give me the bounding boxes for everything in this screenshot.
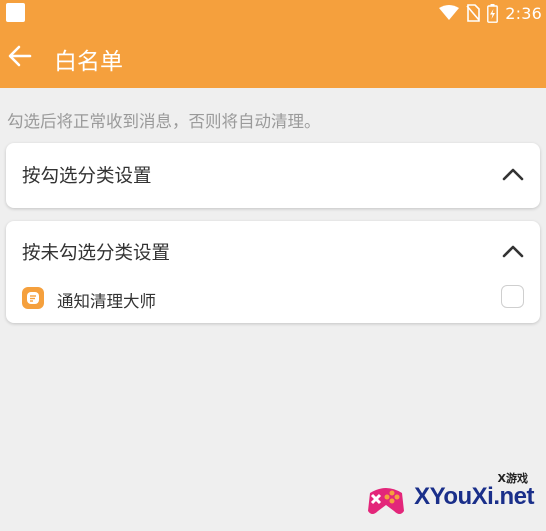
no-sim-icon [466, 4, 481, 22]
battery-icon [487, 3, 499, 23]
section-header-unchecked[interactable]: 按未勾选分类设置 [6, 221, 540, 283]
gamepad-logo-icon [368, 488, 404, 514]
status-bar-right: 2:36 [439, 0, 542, 26]
hint-text: 勾选后将正常收到消息，否则将自动清理。 [7, 112, 321, 131]
page-title: 白名单 [54, 49, 123, 75]
status-bar: 2:36 [0, 0, 546, 26]
list-item[interactable]: 通知清理大师 [6, 281, 540, 317]
app-notification-icon [6, 3, 25, 22]
section-header-checked[interactable]: 按勾选分类设置 [6, 143, 540, 205]
wifi-icon [439, 5, 460, 20]
status-time: 2:36 [505, 3, 542, 23]
section-title: 按未勾选分类设置 [22, 243, 171, 264]
chevron-up-icon[interactable] [502, 167, 524, 181]
app-checkbox[interactable] [501, 285, 524, 308]
section-card-checked: 按勾选分类设置 [6, 143, 540, 208]
watermark-text: XYouXi.net [414, 483, 534, 510]
section-card-unchecked: 按未勾选分类设置 通知清理大师 [6, 221, 540, 323]
watermark: X游戏 XYouXi.net [358, 467, 538, 525]
section-title: 按勾选分类设置 [22, 166, 152, 187]
app-name: 通知清理大师 [57, 292, 156, 311]
app-icon [22, 287, 44, 309]
back-button[interactable] [4, 39, 36, 73]
app-toolbar: 白名单 [0, 26, 546, 88]
chevron-up-icon[interactable] [502, 244, 524, 258]
arrow-left-icon [8, 45, 32, 67]
